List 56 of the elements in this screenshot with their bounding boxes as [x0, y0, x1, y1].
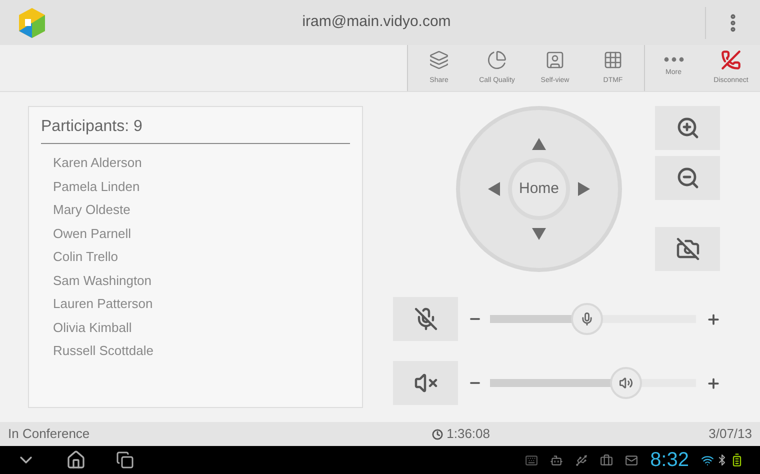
- robot-icon: [550, 454, 564, 466]
- layers-icon: [429, 50, 449, 70]
- volume-slider[interactable]: [490, 303, 696, 335]
- participants-title: Participants: 9: [41, 115, 350, 144]
- phone-hangup-icon: [721, 50, 741, 70]
- plus-icon[interactable]: [706, 312, 721, 326]
- pie-chart-icon: [487, 50, 507, 70]
- home-button[interactable]: Home: [508, 158, 570, 220]
- volume-slider[interactable]: [490, 367, 696, 399]
- keyboard-icon: [525, 454, 538, 466]
- keypad-icon: [603, 50, 623, 70]
- app-logo-icon: [16, 6, 48, 38]
- slider-thumb[interactable]: [570, 303, 603, 335]
- speaker-mute-button[interactable]: [393, 361, 458, 405]
- home-icon[interactable]: [66, 450, 86, 470]
- plus-icon[interactable]: [706, 376, 721, 390]
- battery-icon: [730, 453, 744, 467]
- zoom-out-icon: [676, 166, 700, 190]
- participant-name[interactable]: Pamela Linden: [53, 178, 350, 196]
- call-state: In Conference: [8, 425, 91, 444]
- zoom-in-button[interactable]: [655, 106, 720, 150]
- zoom-in-icon: [676, 116, 700, 140]
- usb-icon: [575, 454, 588, 466]
- left-arrow-icon[interactable]: [486, 180, 502, 197]
- speaker-icon: [618, 376, 633, 390]
- participant-name[interactable]: Mary Oldeste: [53, 201, 350, 220]
- camera-off-button[interactable]: [655, 227, 720, 271]
- zoom-out-button[interactable]: [655, 156, 720, 200]
- bluetooth-icon: [716, 454, 728, 466]
- participant-name[interactable]: Owen Parnell: [53, 224, 350, 243]
- person-icon: [545, 50, 565, 70]
- participant-name[interactable]: Lauren Patterson: [53, 295, 350, 314]
- participant-name[interactable]: Olivia Kimball: [53, 318, 350, 337]
- call-duration: 1:36:08: [446, 425, 490, 444]
- participant-name[interactable]: Russell Scottdale: [53, 342, 350, 360]
- mic-off-icon: [414, 307, 438, 331]
- wifi-icon: [701, 454, 714, 466]
- account-title: iram@main.vidyo.com: [301, 12, 452, 32]
- system-time: 8:32: [650, 450, 689, 470]
- mic-mute-button[interactable]: [393, 297, 458, 341]
- briefcase-icon: [600, 454, 614, 466]
- more-icon: [664, 57, 684, 62]
- speaker-off-icon: [414, 371, 438, 395]
- clock-icon: [432, 428, 443, 440]
- up-arrow-icon[interactable]: [530, 136, 547, 152]
- down-arrow-icon[interactable]: [530, 226, 547, 242]
- participant-name[interactable]: Colin Trello: [53, 248, 350, 266]
- slider-thumb[interactable]: [610, 367, 642, 399]
- camera-off-icon: [676, 237, 700, 261]
- recent-apps-icon[interactable]: [116, 451, 134, 469]
- right-arrow-icon[interactable]: [576, 180, 592, 197]
- mic-icon: [580, 312, 594, 326]
- call-date: 3/07/13: [708, 425, 752, 444]
- participant-name[interactable]: Karen Alderson: [53, 154, 350, 172]
- mail-icon: [625, 454, 638, 466]
- participant-name[interactable]: Sam Washington: [53, 272, 350, 290]
